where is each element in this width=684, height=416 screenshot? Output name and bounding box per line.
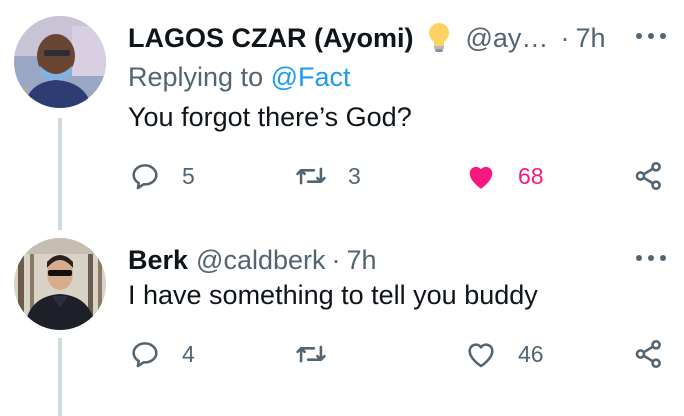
like-count: 68 [518,162,544,189]
reply-icon [132,342,158,368]
tweet-text: I have something to tell you buddy [128,280,538,310]
separator-dot: · [331,244,341,275]
user-handle[interactable]: @ay… [466,23,549,54]
tweet-item-1[interactable]: LAGOS CZAR (Ayomi) @ay… · 7h Replying to… [0,0,684,230]
like-count: 46 [518,340,544,367]
thread-line [58,338,62,416]
reply-button[interactable]: 4 [128,334,195,374]
like-button[interactable]: 68 [464,156,544,196]
display-name[interactable]: LAGOS CZAR (Ayomi) [128,23,414,54]
tweet-text: You forgot there’s God? [128,102,412,132]
user-handle[interactable]: @caldberk [196,245,325,276]
share-icon [635,339,661,369]
retweet-count: 3 [348,162,361,189]
tweet-actions: 5 3 68 [128,156,668,196]
retweet-button[interactable] [294,334,348,374]
more-icon[interactable] [636,26,666,46]
timestamp[interactable]: 7h [575,23,605,54]
tweet-header: Berk @caldberk · 7h [128,242,377,278]
reply-count: 5 [182,162,195,189]
retweet-button[interactable]: 3 [294,156,361,196]
more-icon[interactable] [636,248,666,268]
retweet-icon [296,167,326,185]
tweet-item-2[interactable]: Berk @caldberk · 7h I have something to … [0,222,684,416]
display-name[interactable]: Berk [128,245,188,276]
like-button[interactable]: 46 [464,334,544,374]
replying-to: Replying to @Fact [128,62,351,93]
replying-handle-link[interactable]: @Fact [271,62,351,92]
avatar[interactable] [14,238,106,330]
heart-icon [468,343,494,368]
share-icon [635,161,661,191]
reply-count: 4 [182,340,195,367]
thread-line [58,118,62,230]
separator-dot: · [560,22,570,53]
reply-icon [132,164,158,190]
timestamp[interactable]: 7h [347,245,377,276]
tweet-header: LAGOS CZAR (Ayomi) @ay… · 7h [128,20,605,56]
replying-label: Replying to [128,62,264,92]
share-button[interactable] [632,334,666,374]
share-button[interactable] [632,156,666,196]
tweet-actions: 4 46 [128,334,668,374]
reply-button[interactable]: 5 [128,156,195,196]
retweet-icon [296,345,326,363]
lightbulb-icon [426,22,452,54]
heart-icon [469,166,493,189]
avatar[interactable] [14,16,106,108]
